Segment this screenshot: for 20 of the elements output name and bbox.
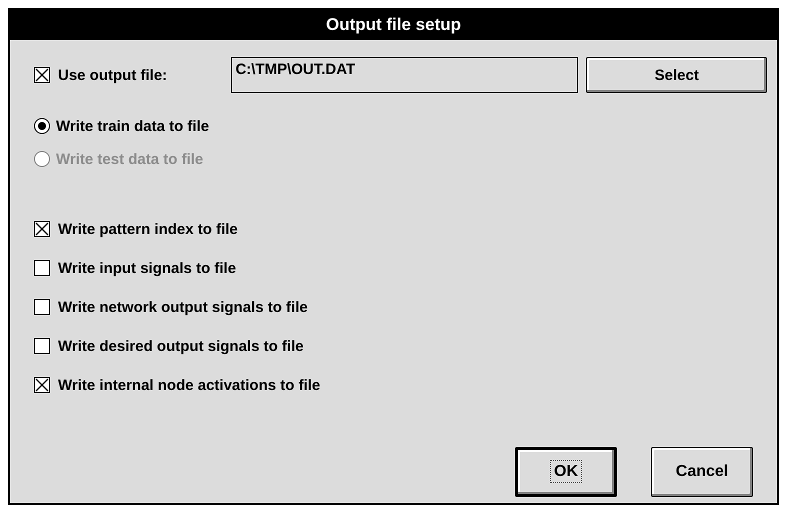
file-path-field[interactable]: C:\TMP\OUT.DAT (231, 57, 578, 93)
checkbox-label: Write internal node activations to file (58, 376, 320, 394)
radio-label: Write test data to file (56, 150, 204, 168)
window-title: Output file setup (10, 10, 777, 40)
checkbox-label: Write pattern index to file (58, 220, 238, 238)
checkbox[interactable] (34, 299, 50, 315)
checkbox-label: Write input signals to file (58, 260, 236, 276)
select-button[interactable]: Select (586, 57, 767, 93)
checkbox-label: Use output file: (58, 66, 168, 84)
checkbox-label: Write network output signals to file (58, 298, 308, 316)
radio-label: Write train data to file (56, 118, 210, 134)
radio-button[interactable] (34, 118, 50, 134)
checkbox[interactable] (34, 67, 50, 83)
cancel-button[interactable]: Cancel (651, 447, 753, 497)
ok-button[interactable]: OK (515, 447, 617, 497)
checkbox[interactable] (34, 260, 50, 276)
checkbox[interactable] (34, 221, 50, 237)
checkbox-label: Write desired output signals to file (58, 338, 304, 354)
checkbox[interactable] (34, 377, 50, 393)
checkbox[interactable] (34, 338, 50, 354)
